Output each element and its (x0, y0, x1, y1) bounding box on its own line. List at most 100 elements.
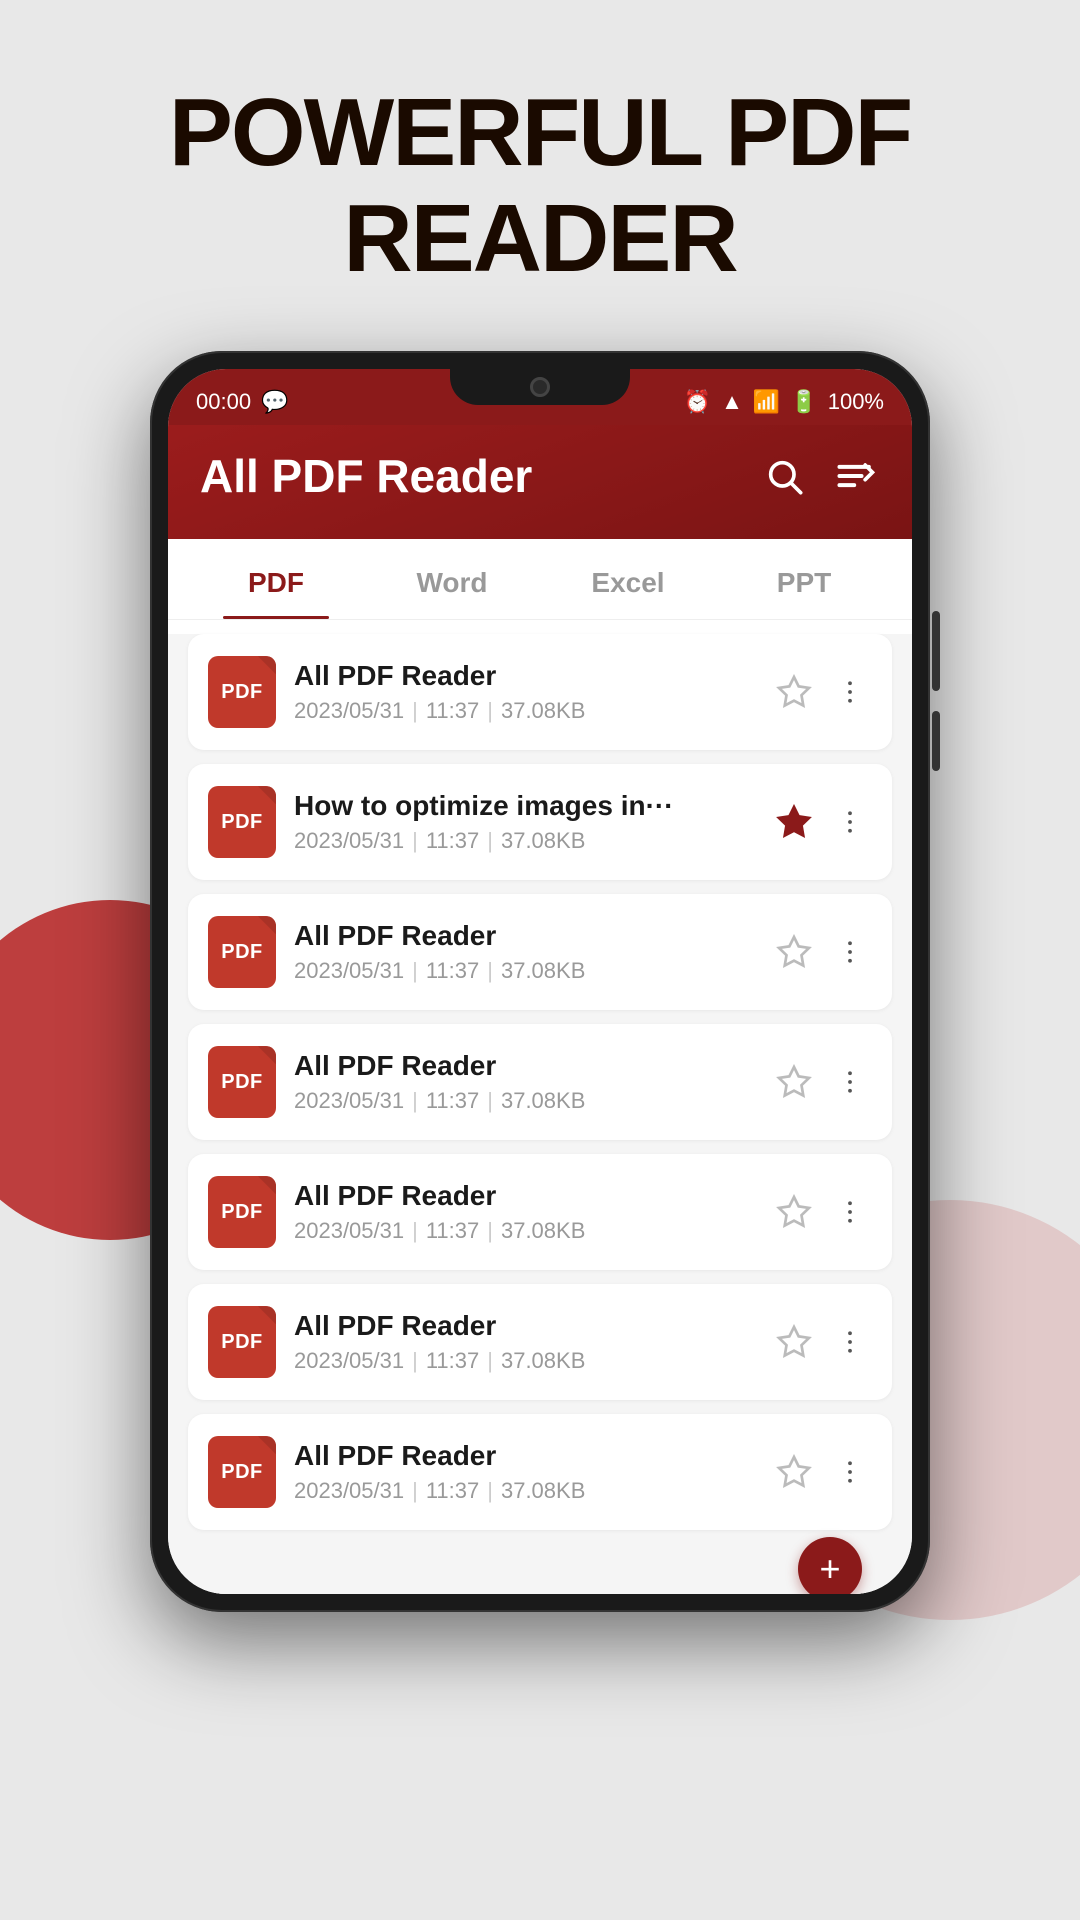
list-item[interactable]: PDF All PDF Reader 2023/05/31 | 11:37 | … (188, 1024, 892, 1140)
file-meta: 2023/05/31 | 11:37 | 37.08KB (294, 958, 754, 984)
status-time: 00:00 (196, 389, 251, 415)
file-info: All PDF Reader 2023/05/31 | 11:37 | 37.0… (294, 1440, 754, 1504)
file-type-icon: PDF (208, 916, 276, 988)
file-type-icon: PDF (208, 656, 276, 728)
separator: | (412, 828, 418, 854)
pdf-label: PDF (221, 941, 263, 964)
more-options-button[interactable] (828, 1060, 872, 1104)
file-info: All PDF Reader 2023/05/31 | 11:37 | 37.0… (294, 660, 754, 724)
file-date: 2023/05/31 (294, 958, 404, 984)
file-type-icon: PDF (208, 1436, 276, 1508)
tab-word[interactable]: Word (364, 539, 540, 619)
file-type-icon: PDF (208, 1046, 276, 1118)
file-name: All PDF Reader (294, 920, 754, 952)
separator: | (412, 1218, 418, 1244)
more-options-button[interactable] (828, 670, 872, 714)
file-name: All PDF Reader (294, 1180, 754, 1212)
list-item[interactable]: PDF All PDF Reader 2023/05/31 | 11:37 | … (188, 1154, 892, 1270)
file-time: 11:37 (426, 1478, 479, 1504)
sort-button[interactable] (832, 452, 880, 500)
more-options-button[interactable] (828, 800, 872, 844)
file-name: How to optimize images in··· (294, 790, 754, 822)
separator: | (487, 958, 493, 984)
fab-area: + (188, 1544, 892, 1594)
wifi-icon: ▲ (721, 389, 743, 415)
list-item[interactable]: PDF All PDF Reader 2023/05/31 | 11:37 | … (188, 634, 892, 750)
file-time: 11:37 (426, 698, 479, 724)
star-button[interactable] (772, 1320, 816, 1364)
file-info: All PDF Reader 2023/05/31 | 11:37 | 37.0… (294, 1310, 754, 1374)
pdf-label: PDF (221, 681, 263, 704)
file-time: 11:37 (426, 828, 479, 854)
app-header: All PDF Reader (168, 425, 912, 539)
signal-icon: 📶 (753, 389, 780, 415)
separator: | (412, 1478, 418, 1504)
star-button[interactable] (772, 670, 816, 714)
separator: | (412, 698, 418, 724)
tab-excel[interactable]: Excel (540, 539, 716, 619)
header-actions (760, 452, 880, 500)
file-date: 2023/05/31 (294, 1088, 404, 1114)
pdf-label: PDF (221, 1331, 263, 1354)
pdf-label: PDF (221, 1461, 263, 1484)
list-item[interactable]: PDF All PDF Reader 2023/05/31 | 11:37 | … (188, 1284, 892, 1400)
file-meta: 2023/05/31 | 11:37 | 37.08KB (294, 1088, 754, 1114)
tab-ppt[interactable]: PPT (716, 539, 892, 619)
more-options-button[interactable] (828, 1450, 872, 1494)
separator: | (487, 1348, 493, 1374)
star-button[interactable] (772, 1060, 816, 1104)
separator: | (487, 828, 493, 854)
battery-icon: 🔋 (790, 389, 817, 415)
separator: | (412, 958, 418, 984)
file-size: 37.08KB (501, 1218, 585, 1244)
file-time: 11:37 (426, 1348, 479, 1374)
list-item[interactable]: PDF All PDF Reader 2023/05/31 | 11:37 | … (188, 894, 892, 1010)
more-options-button[interactable] (828, 1190, 872, 1234)
file-type-tabs: PDF Word Excel PPT (168, 539, 912, 620)
file-size: 37.08KB (501, 958, 585, 984)
more-options-button[interactable] (828, 1320, 872, 1364)
file-size: 37.08KB (501, 1478, 585, 1504)
status-right: ⏰ ▲ 📶 🔋 100% (684, 389, 884, 415)
file-date: 2023/05/31 (294, 698, 404, 724)
file-info: How to optimize images in··· 2023/05/31 … (294, 790, 754, 854)
file-info: All PDF Reader 2023/05/31 | 11:37 | 37.0… (294, 1180, 754, 1244)
file-actions (772, 1320, 872, 1364)
file-actions (772, 1450, 872, 1494)
alarm-icon: ⏰ (684, 389, 711, 415)
search-button[interactable] (760, 452, 808, 500)
pdf-label: PDF (221, 1071, 263, 1094)
file-type-icon: PDF (208, 786, 276, 858)
file-date: 2023/05/31 (294, 1218, 404, 1244)
file-time: 11:37 (426, 958, 479, 984)
separator: | (412, 1348, 418, 1374)
file-meta: 2023/05/31 | 11:37 | 37.08KB (294, 828, 754, 854)
separator: | (412, 1088, 418, 1114)
app-title: All PDF Reader (200, 449, 532, 503)
pdf-label: PDF (221, 811, 263, 834)
file-actions (772, 1190, 872, 1234)
star-button[interactable] (772, 1450, 816, 1494)
star-button[interactable] (772, 800, 816, 844)
file-date: 2023/05/31 (294, 1348, 404, 1374)
file-size: 37.08KB (501, 828, 585, 854)
tab-pdf[interactable]: PDF (188, 539, 364, 619)
separator: | (487, 698, 493, 724)
file-actions (772, 800, 872, 844)
star-button[interactable] (772, 930, 816, 974)
list-item[interactable]: PDF All PDF Reader 2023/05/31 | 11:37 | … (188, 1414, 892, 1530)
file-time: 11:37 (426, 1218, 479, 1244)
pdf-label: PDF (221, 1201, 263, 1224)
file-time: 11:37 (426, 1088, 479, 1114)
file-date: 2023/05/31 (294, 828, 404, 854)
file-name: All PDF Reader (294, 1440, 754, 1472)
list-item[interactable]: PDF How to optimize images in··· 2023/05… (188, 764, 892, 880)
file-date: 2023/05/31 (294, 1478, 404, 1504)
add-fab-button[interactable]: + (798, 1537, 862, 1594)
file-meta: 2023/05/31 | 11:37 | 37.08KB (294, 698, 754, 724)
battery-percent: 100% (828, 389, 884, 415)
phone-mockup: 00:00 💬 ⏰ ▲ 📶 🔋 100% All (150, 351, 930, 1612)
star-button[interactable] (772, 1190, 816, 1234)
more-options-button[interactable] (828, 930, 872, 974)
file-size: 37.08KB (501, 698, 585, 724)
